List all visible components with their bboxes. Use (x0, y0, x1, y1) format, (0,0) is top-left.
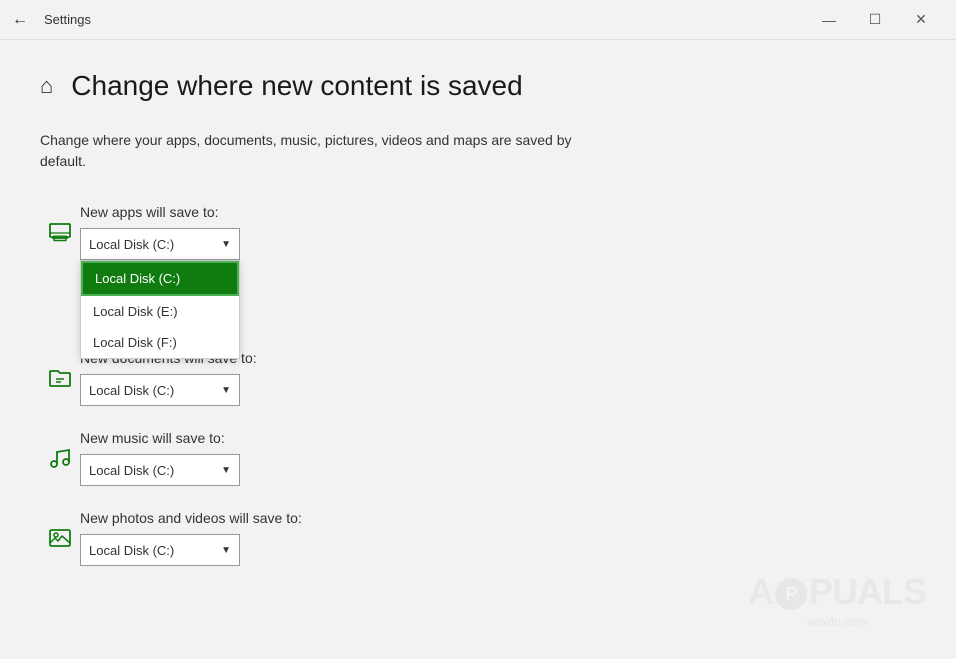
window-controls: — ☐ ✕ (806, 0, 944, 40)
title-bar: ← Settings — ☐ ✕ (0, 0, 956, 40)
photos-dropdown-arrow: ▼ (221, 545, 231, 556)
dropdown-option-e[interactable]: Local Disk (E:) (81, 296, 239, 327)
music-label: New music will save to: (80, 430, 916, 446)
documents-dropdown-arrow: ▼ (221, 385, 231, 396)
section-photos: New photos and videos will save to: Loca… (40, 510, 916, 566)
documents-dropdown[interactable]: Local Disk (C:) ▼ (80, 374, 240, 406)
photos-dropdown-value: Local Disk (C:) (89, 543, 174, 558)
watermark-url: wsxdn.com (748, 615, 926, 629)
dropdown-option-c[interactable]: Local Disk (C:) (81, 261, 239, 296)
page-title: Change where new content is saved (71, 70, 522, 102)
apps-dropdown-popup: Local Disk (C:) Local Disk (E:) Local Di… (80, 260, 240, 359)
watermark: A P PUALS wsxdn.com (748, 571, 926, 629)
apps-dropdown[interactable]: Local Disk (C:) ▼ (80, 228, 240, 260)
page-header: ⌂ Change where new content is saved (40, 70, 916, 102)
music-section-content: New music will save to: Local Disk (C:) … (80, 430, 916, 486)
main-content: ⌂ Change where new content is saved Chan… (0, 40, 956, 620)
apps-section-content: New apps will save to: Local Disk (C:) ▼… (80, 204, 916, 260)
apps-label: New apps will save to: (80, 204, 916, 220)
svg-text:P: P (785, 584, 797, 604)
title-bar-label: Settings (44, 12, 806, 27)
apps-dropdown-arrow: ▼ (221, 239, 231, 250)
section-apps: New apps will save to: Local Disk (C:) ▼… (40, 204, 916, 260)
music-dropdown-arrow: ▼ (221, 465, 231, 476)
music-dropdown[interactable]: Local Disk (C:) ▼ (80, 454, 240, 486)
section-music: New music will save to: Local Disk (C:) … (40, 430, 916, 486)
documents-icon (40, 366, 80, 390)
photos-section-content: New photos and videos will save to: Loca… (80, 510, 916, 566)
maximize-button[interactable]: ☐ (852, 0, 898, 40)
documents-dropdown-value: Local Disk (C:) (89, 383, 174, 398)
minimize-button[interactable]: — (806, 0, 852, 40)
music-dropdown-value: Local Disk (C:) (89, 463, 174, 478)
apps-dropdown-value: Local Disk (C:) (89, 237, 174, 252)
apps-icon (40, 220, 80, 244)
home-icon: ⌂ (40, 73, 53, 99)
photos-label: New photos and videos will save to: (80, 510, 916, 526)
dropdown-option-f[interactable]: Local Disk (F:) (81, 327, 239, 358)
music-icon (40, 446, 80, 470)
description-text: Change where your apps, documents, music… (40, 130, 580, 172)
photos-dropdown[interactable]: Local Disk (C:) ▼ (80, 534, 240, 566)
close-button[interactable]: ✕ (898, 0, 944, 40)
back-button[interactable]: ← (12, 11, 28, 29)
photos-icon (40, 526, 80, 550)
